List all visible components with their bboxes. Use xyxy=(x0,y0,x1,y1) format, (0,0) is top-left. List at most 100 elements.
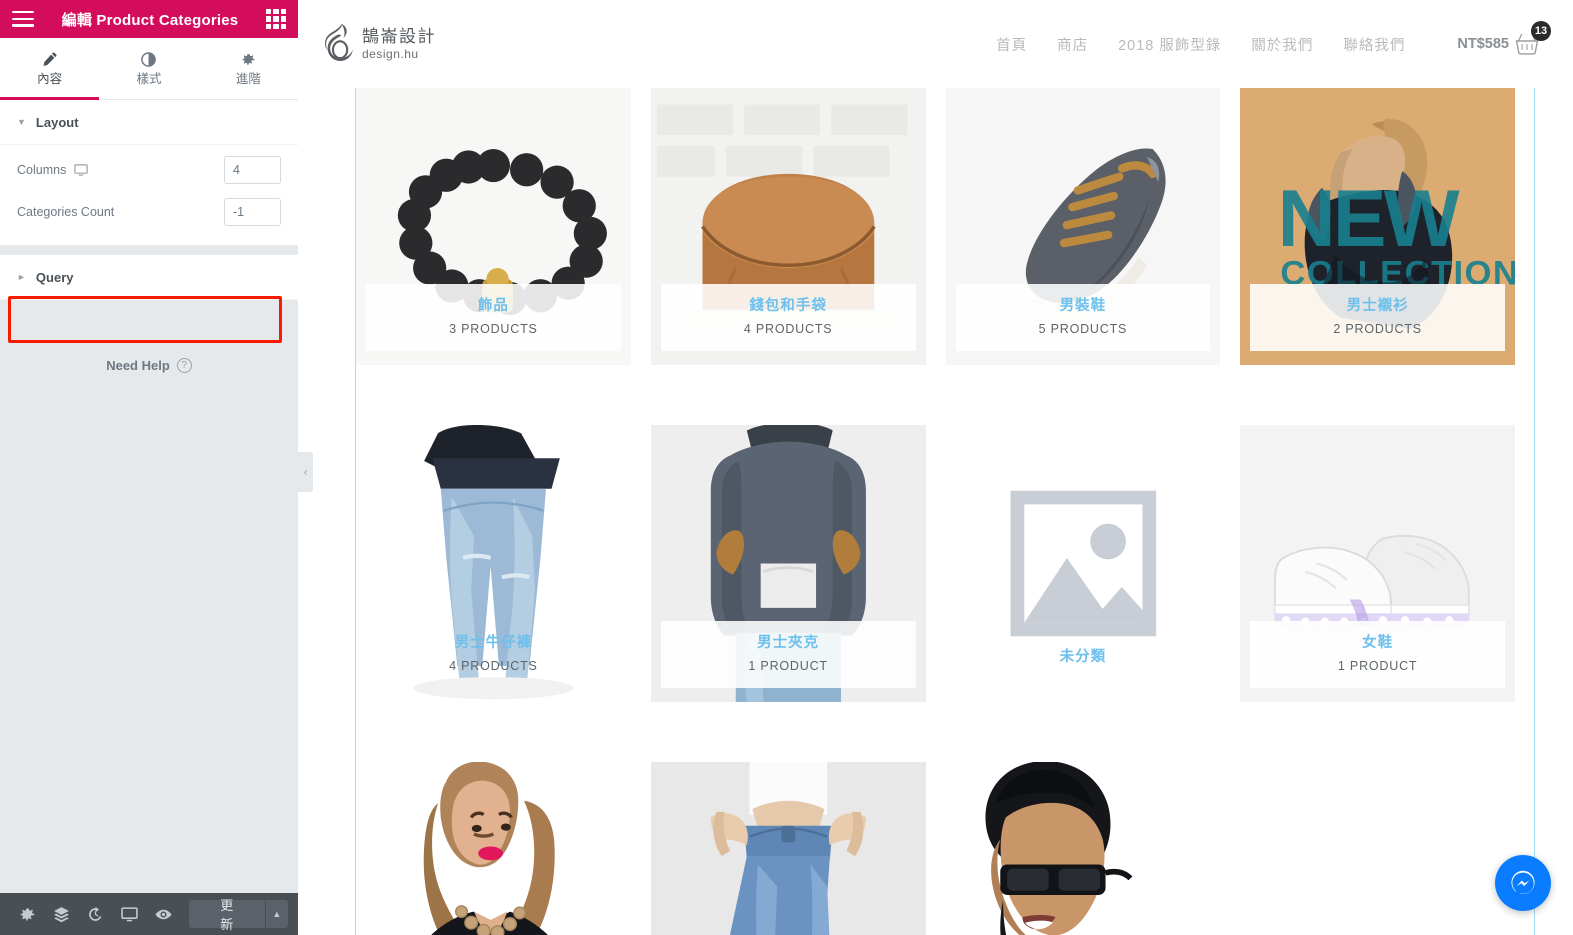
panel-tabs: 內容 樣式 進階 xyxy=(0,38,298,100)
category-name: 錢包和手袋 xyxy=(749,298,827,315)
category-image-woman-jeans xyxy=(650,762,926,935)
need-help[interactable]: Need Help ? xyxy=(0,358,298,373)
responsive-mode-button[interactable] xyxy=(113,893,147,935)
category-label-overlay: 未分類 xyxy=(956,635,1211,688)
category-card[interactable]: 男裝鞋 5 PRODUCTS xyxy=(945,88,1221,365)
category-label-overlay: 男士襯衫 2 PRODUCTS xyxy=(1250,284,1505,351)
navigator-button[interactable] xyxy=(44,893,78,935)
panel-footer: 更新 ▲ xyxy=(0,893,298,935)
tab-advanced[interactable]: 進階 xyxy=(199,38,298,99)
logo-text-cn: 鵠崙設計 xyxy=(362,27,436,46)
category-name: 男士牛仔褲 xyxy=(454,635,533,652)
categories-count-highlight xyxy=(8,296,282,343)
logo-text-en: design.hu xyxy=(362,47,419,61)
category-label-overlay: 女鞋 1 PRODUCT xyxy=(1250,621,1505,688)
control-columns-text: Columns xyxy=(17,163,67,177)
category-image-empty xyxy=(1240,762,1515,935)
svg-text:NEW: NEW xyxy=(1278,174,1460,264)
category-image-woman-black-top xyxy=(356,762,631,935)
category-grid-section: 飾品 3 PRODUCTS 錢包和手袋 4 PRODUCTS 男裝鞋 5 PRO… xyxy=(298,88,1573,935)
site-header: 鵠崙設計 design.hu 首頁 商店 2018 服飾型錄 關於我們 聯絡我們… xyxy=(298,0,1573,88)
caret-right-icon: ► xyxy=(17,272,26,282)
widgets-grid-icon[interactable] xyxy=(266,9,286,29)
category-count: 1 PRODUCT xyxy=(748,659,828,673)
panel-collapse-handle[interactable]: ‹ xyxy=(298,452,313,492)
nav-item-contact[interactable]: 聯絡我們 xyxy=(1343,34,1405,55)
contrast-icon xyxy=(141,51,157,67)
category-card[interactable]: 未分類 xyxy=(945,425,1221,702)
category-card[interactable] xyxy=(945,762,1221,935)
category-card[interactable] xyxy=(650,762,926,935)
tab-style-label: 樣式 xyxy=(136,71,162,86)
gear-icon xyxy=(241,52,256,67)
elementor-panel: 編輯 Product Categories 內容 樣式 進階 ▼ Layout … xyxy=(0,0,298,935)
question-circle-icon[interactable]: ? xyxy=(176,358,192,373)
category-name: 未分類 xyxy=(1059,649,1107,666)
category-count: 4 PRODUCTS xyxy=(743,322,833,336)
category-name: 男士襯衫 xyxy=(1346,298,1409,315)
category-card[interactable]: 男士夾克 1 PRODUCT xyxy=(650,425,926,702)
category-name: 男士夾克 xyxy=(757,635,820,652)
panel-divider xyxy=(0,245,298,255)
cart-badge: 13 xyxy=(1531,21,1551,41)
category-count: 2 PRODUCTS xyxy=(1333,322,1422,336)
category-name: 男裝鞋 xyxy=(1059,298,1107,315)
columns-input[interactable] xyxy=(224,156,281,184)
tab-content[interactable]: 內容 xyxy=(0,38,100,100)
eye-icon xyxy=(155,906,173,923)
category-image-man-sunglasses xyxy=(945,762,1221,935)
category-card[interactable]: 錢包和手袋 4 PRODUCTS xyxy=(650,88,926,365)
section-layout-title: Layout xyxy=(35,114,79,130)
category-name: 女鞋 xyxy=(1362,635,1394,652)
category-count: 3 PRODUCTS xyxy=(449,322,538,336)
control-categories-count: Categories Count xyxy=(0,191,298,233)
category-card[interactable] xyxy=(1240,762,1515,935)
facebook-messenger-icon xyxy=(1507,867,1539,899)
category-label-overlay: 男裝鞋 5 PRODUCTS xyxy=(955,284,1211,351)
panel-body: ▼ Layout Columns Categories Count xyxy=(0,100,298,893)
update-button[interactable]: 更新 xyxy=(189,898,265,932)
desktop-icon[interactable] xyxy=(74,163,89,177)
history-button[interactable] xyxy=(78,893,112,935)
panel-header: 編輯 Product Categories xyxy=(0,0,298,38)
update-options-caret-icon[interactable]: ▲ xyxy=(264,900,289,928)
hamburger-menu-icon[interactable] xyxy=(12,11,34,27)
site-nav: 首頁 商店 2018 服飾型錄 關於我們 聯絡我們 NT$585 13 xyxy=(996,21,1551,55)
control-columns-label: Columns xyxy=(17,163,89,177)
preview-button[interactable] xyxy=(147,893,181,935)
nav-item-catalog[interactable]: 2018 服飾型錄 xyxy=(1118,34,1221,55)
site-preview: 鵠崙設計 design.hu 首頁 商店 2018 服飾型錄 關於我們 聯絡我們… xyxy=(298,0,1573,935)
category-card[interactable]: 飾品 3 PRODUCTS xyxy=(356,88,631,365)
tab-style[interactable]: 樣式 xyxy=(99,38,198,99)
category-label-overlay: 飾品 3 PRODUCTS xyxy=(366,284,621,351)
caret-down-icon: ▼ xyxy=(17,117,26,127)
section-layout[interactable]: ▼ Layout xyxy=(0,100,298,145)
product-categories-grid: 飾品 3 PRODUCTS 錢包和手袋 4 PRODUCTS 男裝鞋 5 PRO… xyxy=(318,88,1553,935)
categories-count-input[interactable] xyxy=(224,198,281,226)
designhu-droplet-logo-icon xyxy=(320,22,356,66)
cart-widget[interactable]: NT$585 13 xyxy=(1457,21,1551,55)
nav-item-about[interactable]: 關於我們 xyxy=(1251,34,1313,55)
category-card[interactable]: NEW COLLECTION 男士襯衫 2 PRODUCTS xyxy=(1240,88,1515,365)
facebook-messenger-button[interactable] xyxy=(1495,855,1551,911)
need-help-label: Need Help xyxy=(106,358,170,373)
category-count: 1 PRODUCT xyxy=(1337,659,1418,673)
category-count: 5 PRODUCTS xyxy=(1038,322,1128,336)
category-label-overlay: 男士夾克 1 PRODUCT xyxy=(660,621,916,688)
section-query-title: Query xyxy=(35,269,74,285)
category-count: 4 PRODUCTS xyxy=(449,659,538,673)
section-query[interactable]: ► Query xyxy=(0,255,298,300)
category-card[interactable] xyxy=(356,762,631,935)
control-columns: Columns xyxy=(0,149,298,191)
category-card[interactable]: 男士牛仔褲 4 PRODUCTS xyxy=(356,425,631,702)
category-card[interactable]: 女鞋 1 PRODUCT xyxy=(1240,425,1515,702)
nav-item-home[interactable]: 首頁 xyxy=(996,34,1027,55)
site-logo[interactable]: 鵠崙設計 design.hu xyxy=(320,22,436,66)
settings-button[interactable] xyxy=(10,893,44,935)
tab-content-label: 內容 xyxy=(37,71,63,86)
cart-amount: NT$585 xyxy=(1457,36,1509,52)
gear-icon xyxy=(19,906,36,923)
history-icon xyxy=(87,906,104,923)
layout-controls: Columns Categories Count xyxy=(0,145,298,245)
nav-item-shop[interactable]: 商店 xyxy=(1057,34,1088,55)
